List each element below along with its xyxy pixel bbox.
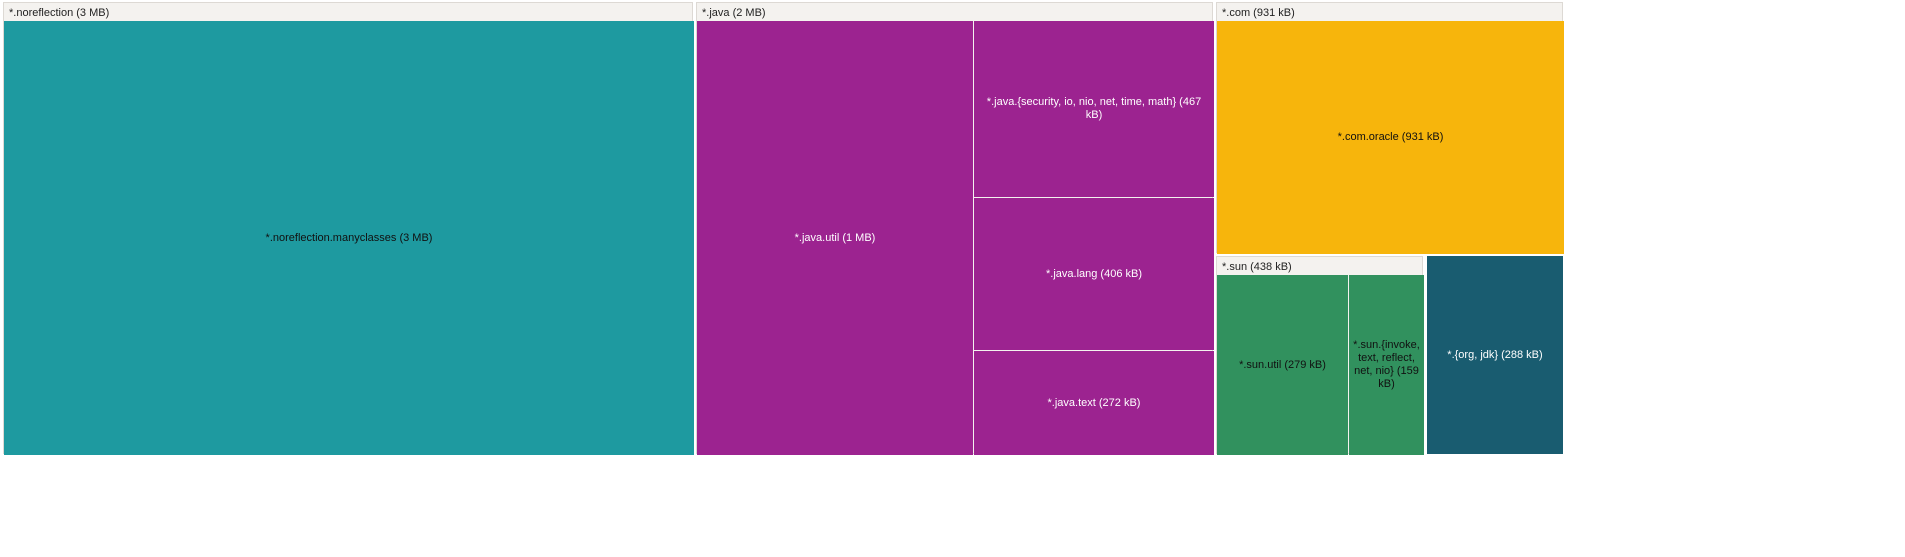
treemap-cell-java-text[interactable]: *.java.text (272 kB) bbox=[974, 351, 1214, 455]
cell-label: *.java.lang (406 kB) bbox=[1046, 267, 1142, 280]
cell-label: *.java.util (1 MB) bbox=[794, 231, 876, 244]
treemap-group-com[interactable]: *.com (931 kB) *.com.oracle (931 kB) bbox=[1216, 2, 1564, 254]
cell-label: *.{org, jdk} (288 kB) bbox=[1447, 348, 1543, 361]
treemap-cell-sun-misc[interactable]: *.sun.{invoke, text, reflect, net, nio} … bbox=[1349, 275, 1424, 455]
cell-label: *.sun.util (279 kB) bbox=[1239, 358, 1326, 371]
treemap-cell-noreflection-manyclasses[interactable]: *.noreflection.manyclasses (3 MB) bbox=[4, 21, 694, 455]
treemap-group-noreflection[interactable]: *.noreflection (3 MB) *.noreflection.man… bbox=[3, 2, 694, 455]
cell-label: *.sun.{invoke, text, reflect, net, nio} … bbox=[1353, 339, 1420, 390]
cell-label: *.com.oracle (931 kB) bbox=[1337, 131, 1444, 143]
treemap-cell-java-lang[interactable]: *.java.lang (406 kB) bbox=[974, 198, 1214, 350]
cell-label: *.java.text (272 kB) bbox=[1047, 396, 1141, 409]
treemap-cell-com-oracle[interactable]: *.com.oracle (931 kB) bbox=[1217, 21, 1564, 254]
treemap-group-sun[interactable]: *.sun (438 kB) *.sun.util (279 kB) *.sun… bbox=[1216, 256, 1424, 455]
treemap-cell-java-util[interactable]: *.java.util (1 MB) bbox=[697, 21, 973, 455]
cell-label: *.noreflection.manyclasses (3 MB) bbox=[265, 231, 433, 244]
cell-label: *.java.{security, io, nio, net, time, ma… bbox=[986, 96, 1202, 121]
treemap-cell-java-misc[interactable]: *.java.{security, io, nio, net, time, ma… bbox=[974, 21, 1214, 197]
treemap-group-java[interactable]: *.java (2 MB) *.java.util (1 MB) *.java.… bbox=[696, 2, 1214, 455]
treemap-cell-sun-util[interactable]: *.sun.util (279 kB) bbox=[1217, 275, 1348, 455]
treemap-cell-org-jdk[interactable]: *.{org, jdk} (288 kB) bbox=[1427, 256, 1563, 454]
